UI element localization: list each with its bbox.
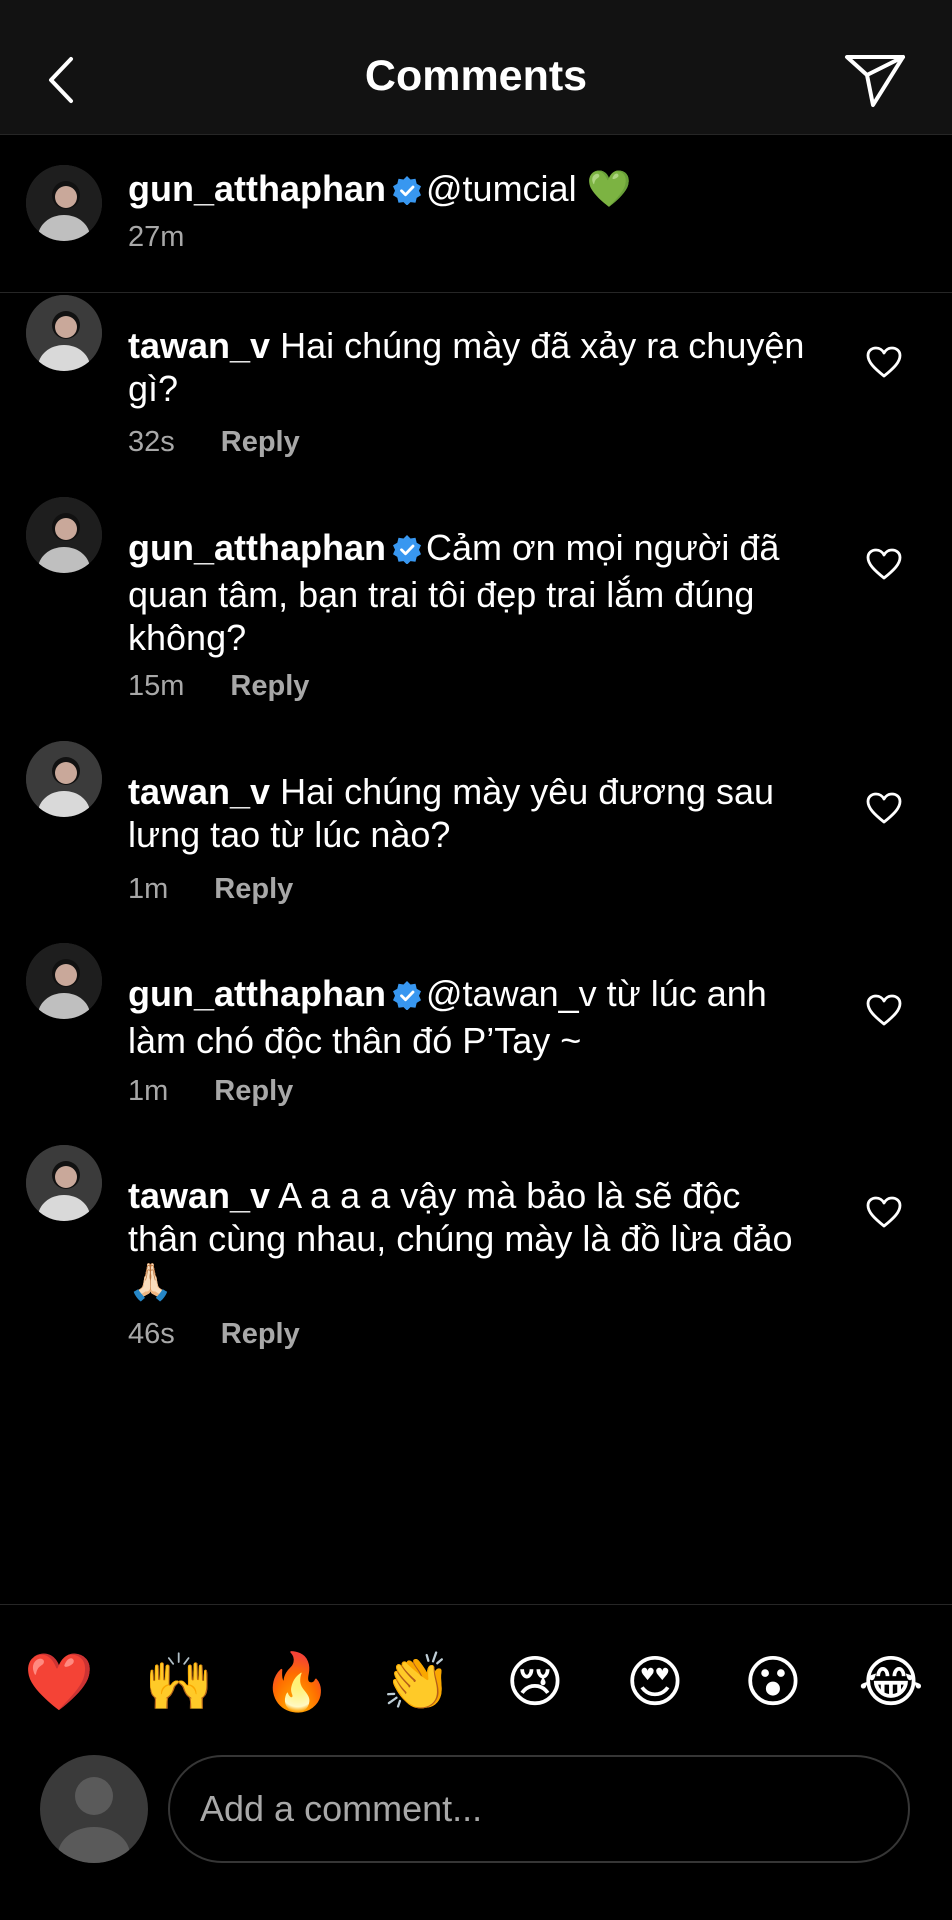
caption-text: gun_atthaphan @tumcial 💚 xyxy=(128,167,818,214)
quick-emoji-button[interactable]: 😢 xyxy=(500,1647,570,1717)
timestamp: 1m xyxy=(128,873,169,905)
quick-emoji-button[interactable]: 😂 xyxy=(856,1647,926,1717)
like-button[interactable] xyxy=(862,1190,906,1234)
avatar[interactable] xyxy=(26,165,102,241)
like-button[interactable] xyxy=(862,988,906,1032)
avatar[interactable] xyxy=(26,497,102,573)
quick-emoji-bar: ❤️ 🙌 🔥 👏 😢 😍 😮 😂 xyxy=(0,1604,952,1764)
avatar[interactable] xyxy=(26,741,102,817)
username[interactable]: gun_atthaphan xyxy=(128,973,386,1014)
reply-button[interactable]: Reply xyxy=(221,426,300,459)
caption-meta: 27m xyxy=(128,221,184,254)
username[interactable]: tawan_v xyxy=(128,1175,270,1216)
avatar[interactable] xyxy=(26,295,102,371)
comment-meta: 32s Reply xyxy=(128,426,300,459)
timestamp: 27m xyxy=(128,221,185,253)
quick-emoji-button[interactable]: 😍 xyxy=(620,1647,690,1717)
comment-meta: 1m Reply xyxy=(128,873,293,906)
reply-button[interactable]: Reply xyxy=(214,873,293,906)
verified-badge-icon xyxy=(392,171,422,214)
reply-button[interactable]: Reply xyxy=(230,670,309,703)
quick-emoji-button[interactable]: ❤️ xyxy=(24,1647,94,1717)
username[interactable]: tawan_v xyxy=(128,325,270,366)
quick-emoji-button[interactable]: 😮 xyxy=(738,1647,808,1717)
avatar[interactable] xyxy=(26,943,102,1019)
comment-text: tawan_v A a a a vậy mà bảo là sẽ độc thâ… xyxy=(128,1174,818,1303)
quick-emoji-button[interactable]: 🔥 xyxy=(262,1647,332,1717)
heart-outline-icon xyxy=(866,346,902,378)
timestamp: 46s xyxy=(128,1318,175,1350)
direct-share-button[interactable] xyxy=(837,45,912,115)
username[interactable]: tawan_v xyxy=(128,771,270,812)
timestamp: 1m xyxy=(128,1075,169,1107)
verified-badge-icon xyxy=(392,530,422,573)
default-avatar-icon xyxy=(58,1777,130,1863)
comment-text: tawan_v Hai chúng mày đã xảy ra chuyện g… xyxy=(128,324,818,410)
caption-body: @tumcial 💚 xyxy=(426,168,632,209)
like-button[interactable] xyxy=(862,340,906,384)
reply-button[interactable]: Reply xyxy=(214,1075,293,1108)
comment-meta: 15m Reply xyxy=(128,670,309,703)
page-title: Comments xyxy=(364,52,588,100)
comment-meta: 46s Reply xyxy=(128,1318,300,1351)
like-button[interactable] xyxy=(862,786,906,830)
top-bar: Comments xyxy=(0,0,952,135)
username[interactable]: gun_atthaphan xyxy=(128,527,386,568)
paper-plane-icon xyxy=(844,55,905,107)
comment-text: tawan_v Hai chúng mày yêu đương sau lưng… xyxy=(128,770,818,856)
like-button[interactable] xyxy=(862,542,906,586)
heart-outline-icon xyxy=(866,548,902,580)
comment-text: gun_atthaphan @tawan_v từ lúc anh làm chó… xyxy=(128,972,818,1062)
caption: gun_atthaphan @tumcial 💚 27m xyxy=(0,135,952,293)
comment-meta: 1m Reply xyxy=(128,1075,293,1108)
timestamp: 32s xyxy=(128,426,175,458)
heart-outline-icon xyxy=(866,792,902,824)
quick-emoji-button[interactable]: 👏 xyxy=(382,1647,452,1717)
heart-outline-icon xyxy=(866,994,902,1026)
verified-badge-icon xyxy=(392,976,422,1019)
username[interactable]: gun_atthaphan xyxy=(128,168,386,209)
heart-outline-icon xyxy=(866,1196,902,1228)
quick-emoji-button[interactable]: 🙌 xyxy=(144,1647,214,1717)
reply-button[interactable]: Reply xyxy=(221,1318,300,1351)
current-user-avatar xyxy=(40,1755,148,1863)
avatar[interactable] xyxy=(26,1145,102,1221)
comment-input[interactable] xyxy=(168,1755,910,1863)
timestamp: 15m xyxy=(128,670,185,702)
comment-text: gun_atthaphan Cảm ơn mọi người đã quan tâ… xyxy=(128,526,818,659)
